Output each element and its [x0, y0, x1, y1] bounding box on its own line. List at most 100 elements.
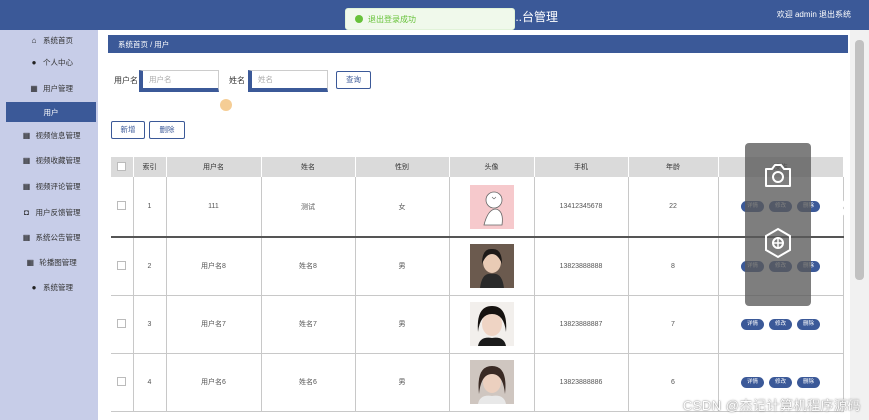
camera-icon[interactable]	[763, 161, 793, 189]
row-checkbox[interactable]	[111, 237, 134, 296]
grid-icon: ▦	[22, 155, 31, 165]
avatar	[469, 360, 514, 404]
sidebar: ⌂ 系统首页 ● 个人中心 ▦ 用户管理 用户 ▦ 视频信息管理 ▦ 视频收藏管…	[0, 30, 98, 420]
scrollbar-thumb[interactable]	[855, 40, 864, 280]
cell-index: 1	[133, 177, 167, 238]
delete-row-button[interactable]: 删除	[797, 318, 820, 330]
cell-phone: 13412345678	[534, 177, 629, 238]
cell-age: 22	[628, 177, 719, 238]
select-all-checkbox[interactable]	[111, 157, 134, 177]
sidebar-item-label: 个人中心	[43, 57, 73, 67]
sidebar-item-label: 视频评论管理	[35, 181, 81, 191]
sidebar-item-video-info[interactable]: ▦ 视频信息管理	[6, 125, 96, 145]
cell-gender: 男	[355, 353, 450, 412]
sidebar-item-label: 系统管理	[43, 282, 73, 292]
table-row[interactable]: 1 111 测试 女 13412345678 22 详情 修改 删除	[111, 177, 844, 238]
cell-phone: 13823888888	[534, 237, 629, 296]
col-header: 姓名	[261, 157, 356, 177]
cell-avatar	[449, 353, 535, 412]
success-icon	[355, 15, 363, 23]
avatar	[469, 184, 514, 229]
sidebar-item-label: 用户管理	[43, 83, 73, 93]
sidebar-item-carousel[interactable]: ▦ 轮播图管理	[6, 252, 96, 272]
cell-username: 用户名6	[166, 353, 262, 412]
screenshot-overlay-panel	[745, 143, 811, 306]
sidebar-item-system[interactable]: ● 系统管理	[6, 277, 96, 297]
users-table: 索引 用户名 姓名 性别 头像 手机 年龄 操作 1 111 测试 女	[111, 157, 844, 412]
cell-gender: 女	[355, 177, 450, 238]
sidebar-item-video-fav[interactable]: ▦ 视频收藏管理	[6, 150, 96, 170]
table-header-row: 索引 用户名 姓名 性别 头像 手机 年龄 操作	[111, 157, 844, 177]
detail-button[interactable]: 详情	[741, 318, 764, 330]
sidebar-item-label: 用户反馈管理	[35, 207, 81, 217]
user-info[interactable]: 欢迎 admin 退出系统	[777, 9, 851, 20]
sidebar-item-users[interactable]: 用户	[6, 102, 96, 122]
mouse-cursor	[220, 99, 232, 111]
cell-gender: 男	[355, 237, 450, 296]
sidebar-item-user-mgmt[interactable]: ▦ 用户管理	[6, 78, 96, 98]
breadcrumb: 系统首页 / 用户	[108, 35, 848, 53]
success-toast: 退出登录成功	[345, 8, 515, 30]
sidebar-item-label: 视频收藏管理	[35, 155, 81, 165]
sidebar-item-profile[interactable]: ● 个人中心	[6, 52, 96, 72]
scrollbar[interactable]	[850, 30, 869, 420]
username-input[interactable]: 用户名	[139, 70, 219, 92]
grid-icon: ▦	[22, 232, 31, 242]
cell-index: 4	[133, 353, 167, 412]
cell-name: 姓名6	[261, 353, 356, 412]
cell-age: 8	[628, 237, 719, 296]
edit-button[interactable]: 修改	[769, 318, 792, 330]
name-label: 姓名	[229, 76, 245, 85]
query-button[interactable]: 查询	[336, 71, 371, 89]
cell-phone: 13823888887	[534, 295, 629, 354]
delete-button[interactable]: 删除	[149, 121, 185, 139]
col-header: 年龄	[628, 157, 719, 177]
person-icon: ●	[31, 57, 37, 67]
col-header: 头像	[449, 157, 535, 177]
sidebar-item-notice[interactable]: ▦ 系统公告管理	[6, 227, 96, 247]
grid-icon: ▦	[22, 181, 31, 191]
col-header: 用户名	[166, 157, 262, 177]
home-icon: ⌂	[31, 35, 37, 45]
cell-name: 姓名7	[261, 295, 356, 354]
table-row[interactable]: 3 用户名7 姓名7 男 13823888887 7 详情 修改 删除	[111, 295, 844, 354]
avatar	[469, 244, 514, 289]
cell-age: 7	[628, 295, 719, 354]
edit-button[interactable]: 修改	[769, 376, 792, 388]
person-icon: ●	[31, 282, 37, 292]
name-input[interactable]: 姓名	[248, 70, 328, 92]
delete-row-button[interactable]: 删除	[797, 376, 820, 388]
cell-index: 2	[133, 237, 167, 296]
col-header: 手机	[534, 157, 629, 177]
grid-icon: ▦	[26, 257, 35, 267]
cell-index: 3	[133, 295, 167, 354]
sidebar-item-label: 轮播图管理	[39, 257, 77, 267]
detail-button[interactable]: 详情	[741, 376, 764, 388]
watermark: CSDN @杰记计算机程序源码	[682, 398, 861, 413]
table-row[interactable]: 2 用户名8 姓名8 男 13823888888 8 详情 修改 删除	[111, 237, 844, 296]
cell-name: 姓名8	[261, 237, 356, 296]
col-header: 索引	[133, 157, 167, 177]
cell-username: 用户名7	[166, 295, 262, 354]
grid-icon: ▦	[30, 83, 38, 93]
avatar	[469, 302, 514, 346]
cell-username: 用户名8	[166, 237, 262, 296]
add-button[interactable]: 新增	[111, 121, 145, 139]
sidebar-item-feedback[interactable]: ◘ 用户反馈管理	[6, 202, 96, 222]
cell-avatar	[449, 177, 535, 238]
sidebar-item-video-comment[interactable]: ▦ 视频评论管理	[6, 176, 96, 196]
row-checkbox[interactable]	[111, 177, 134, 238]
col-header: 性别	[355, 157, 450, 177]
username-label: 用户名	[114, 76, 138, 85]
grid-icon: ▦	[22, 130, 31, 140]
cell-avatar	[449, 295, 535, 354]
cell-username: 111	[166, 177, 262, 238]
breadcrumb-text: 系统首页 / 用户	[118, 40, 170, 49]
sidebar-item-home[interactable]: ⌂ 系统首页	[6, 30, 96, 50]
lens-icon[interactable]	[762, 227, 794, 259]
app-title: ...台管理	[512, 10, 559, 24]
toast-message: 退出登录成功	[368, 15, 416, 24]
row-checkbox[interactable]	[111, 295, 134, 354]
row-checkbox[interactable]	[111, 353, 134, 412]
sidebar-item-label: 用户	[43, 107, 59, 117]
